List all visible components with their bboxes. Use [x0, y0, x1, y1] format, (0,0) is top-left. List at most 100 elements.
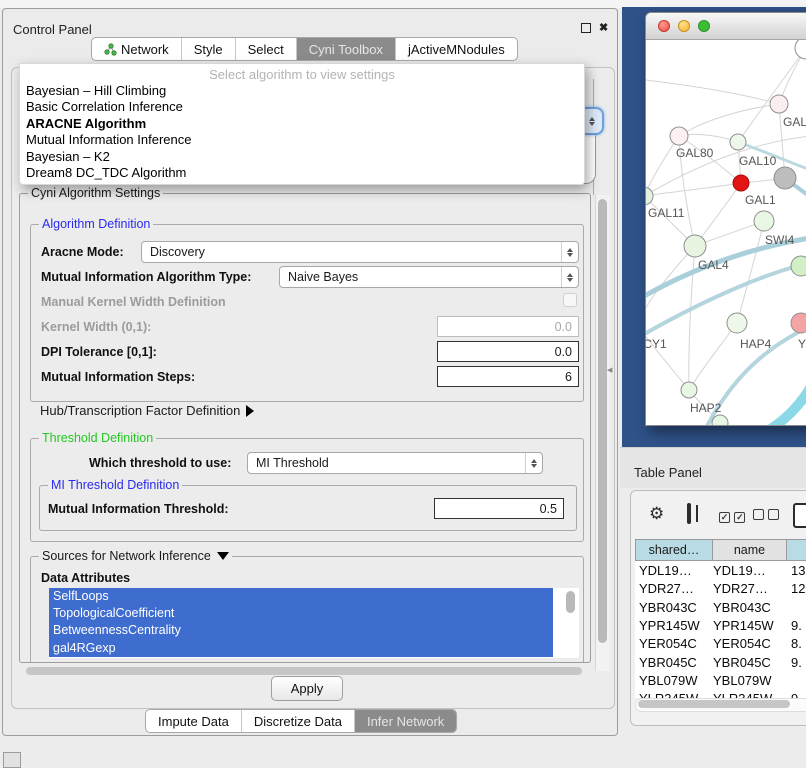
algorithm-option[interactable]: Basic Correlation Inference	[20, 99, 584, 115]
network-node-gal10[interactable]	[730, 134, 746, 150]
network-node-gal[interactable]	[770, 95, 788, 113]
mi-type-combo[interactable]: Naive Bayes	[279, 266, 579, 288]
algorithm-definition-title: Algorithm Definition	[39, 217, 153, 231]
aracne-mode-label: Aracne Mode:	[41, 245, 124, 259]
select-all-icon[interactable]: ✓ ✓	[719, 507, 745, 525]
network-node-swi4[interactable]	[754, 211, 774, 231]
table-body[interactable]: YDL19…YDL19…13YDR27…YDR27…12YBR043CYBR04…	[635, 561, 806, 698]
combo-arrows-icon	[525, 453, 542, 473]
data-attributes-list[interactable]: SelfLoopsTopologicalCoefficientBetweenne…	[49, 588, 579, 658]
attributes-list-scrollbar[interactable]	[566, 591, 575, 613]
column-header-name[interactable]: name	[712, 539, 787, 561]
table-row[interactable]: YPR145WYPR145W9.	[635, 618, 806, 636]
network-node-y[interactable]	[791, 313, 806, 333]
tab-network[interactable]: Network	[92, 38, 181, 60]
close-window-icon[interactable]	[658, 20, 670, 32]
gear-icon[interactable]: ⚙	[649, 504, 664, 524]
tab-style[interactable]: Style	[181, 38, 235, 60]
kernel-width-field[interactable]: 0.0	[437, 316, 579, 337]
table-row[interactable]: YLR345WYLR345W9.	[635, 691, 806, 698]
network-node[interactable]	[712, 415, 728, 426]
tab-jactivemnodules[interactable]: jActiveMNodules	[395, 38, 517, 60]
panel-collapse-button[interactable]	[3, 752, 21, 768]
table-cell: YBR043C	[639, 600, 697, 615]
tab-discretize-data[interactable]: Discretize Data	[241, 710, 354, 732]
data-attribute-item[interactable]: SelfLoops	[49, 588, 553, 605]
node-label: GAL11	[648, 206, 685, 220]
table-cell: 9.	[791, 618, 802, 633]
network-canvas[interactable]: GALGAL80GAL10GAL1GAL11SWI4GAL4GCY1HAP4YH…	[646, 40, 806, 426]
algorithm-dropdown-placeholder: Select algorithm to view settings	[20, 64, 584, 83]
mi-type-label: Mutual Information Algorithm Type:	[41, 270, 251, 284]
expander-right-icon	[246, 405, 254, 417]
network-node[interactable]	[795, 40, 806, 59]
table-row[interactable]: YDR27…YDR27…12	[635, 581, 806, 599]
table-cell: YBL079W	[713, 673, 772, 688]
combo-arrows-icon	[561, 267, 578, 287]
tab-infer-network[interactable]: Infer Network	[354, 710, 456, 732]
which-threshold-value: MI Threshold	[256, 456, 525, 470]
table-hscrollbar[interactable]	[635, 698, 806, 712]
network-node-gal1[interactable]	[774, 167, 796, 189]
sources-group: Sources for Network Inference Data Attri…	[30, 556, 584, 662]
algorithm-option[interactable]: Mutual Information Inference	[20, 132, 584, 148]
manual-kernel-checkbox[interactable]	[563, 293, 577, 307]
control-panel: Control Panel ✖ Network Style Select Cyn…	[2, 8, 618, 736]
table-cell: 8.	[791, 636, 802, 651]
network-window-titlebar[interactable]	[646, 13, 806, 40]
sources-title-wrap[interactable]: Sources for Network Inference	[39, 549, 232, 563]
data-attribute-item[interactable]: BetweennessCentrality	[49, 622, 553, 639]
table-row[interactable]: YBL079WYBL079W	[635, 673, 806, 691]
algorithm-option[interactable]: Bayesian – K2	[20, 149, 584, 165]
data-attribute-item[interactable]: TopologicalCoefficient	[49, 605, 553, 622]
hub-definition-expander[interactable]: Hub/Transcription Factor Definition	[40, 403, 254, 418]
tab-impute-data[interactable]: Impute Data	[146, 710, 241, 732]
network-node-gal80[interactable]	[670, 127, 688, 145]
mi-steps-field[interactable]: 6	[437, 366, 579, 387]
mi-threshold-field[interactable]: 0.5	[434, 498, 564, 519]
tab-select[interactable]: Select	[235, 38, 296, 60]
network-node[interactable]	[733, 175, 749, 191]
algorithm-option[interactable]: Bayesian – Hill Climbing	[20, 83, 584, 99]
splitpane-collapse-icon[interactable]: ◀	[607, 366, 612, 374]
split-view-icon[interactable]	[687, 503, 691, 524]
hub-definition-label: Hub/Transcription Factor Definition	[40, 403, 240, 418]
zoom-window-icon[interactable]	[698, 20, 710, 32]
table-row[interactable]: YER054CYER054C8.	[635, 636, 806, 654]
network-node-hap2[interactable]	[681, 382, 697, 398]
which-threshold-combo[interactable]: MI Threshold	[247, 452, 543, 474]
dpi-tolerance-field[interactable]: 0.0	[437, 341, 579, 362]
node-label: GAL10	[739, 154, 777, 168]
network-node[interactable]	[791, 256, 806, 276]
data-attribute-item[interactable]: gal4RGexp	[49, 640, 553, 657]
network-node-gal11[interactable]	[646, 187, 653, 205]
node-label: GAL80	[676, 146, 714, 160]
expander-down-icon	[217, 552, 229, 560]
network-node-hap4[interactable]	[727, 313, 747, 333]
float-panel-icon[interactable]	[581, 23, 591, 36]
algorithm-option[interactable]: ARACNE Algorithm	[20, 116, 584, 132]
minimize-window-icon[interactable]	[678, 20, 690, 32]
table-panel-title: Table Panel	[634, 465, 702, 480]
table-row[interactable]: YBR043CYBR043C	[635, 600, 806, 618]
network-icon	[104, 43, 117, 56]
table-row[interactable]: YDL19…YDL19…13	[635, 563, 806, 581]
network-node-gal4[interactable]	[684, 235, 706, 257]
network-window[interactable]: GALGAL80GAL10GAL1GAL11SWI4GAL4GCY1HAP4YH…	[645, 12, 806, 426]
tab-cyni-toolbox[interactable]: Cyni Toolbox	[296, 38, 395, 60]
close-panel-icon[interactable]: ✖	[599, 23, 608, 34]
apply-button[interactable]: Apply	[271, 676, 343, 701]
algorithm-option[interactable]: Dream8 DC_TDC Algorithm	[20, 165, 584, 181]
deselect-all-icon[interactable]	[753, 507, 779, 525]
settings-vscrollbar[interactable]	[595, 195, 610, 671]
file-icon[interactable]	[793, 503, 806, 528]
column-header-partial[interactable]	[786, 539, 806, 561]
table-row[interactable]: YBR045CYBR045C9.	[635, 655, 806, 673]
node-label: HAP4	[740, 337, 772, 351]
app-root: { "colors": { "selection_blue": "#3e6ccf…	[0, 0, 806, 762]
aracne-mode-combo[interactable]: Discovery	[141, 241, 579, 263]
column-header-shared[interactable]: shared…	[635, 539, 713, 561]
algorithm-definition-group: Algorithm Definition Aracne Mode: Discov…	[30, 224, 584, 402]
table-cell: YDR27…	[639, 581, 694, 596]
aracne-mode-value: Discovery	[150, 245, 561, 259]
